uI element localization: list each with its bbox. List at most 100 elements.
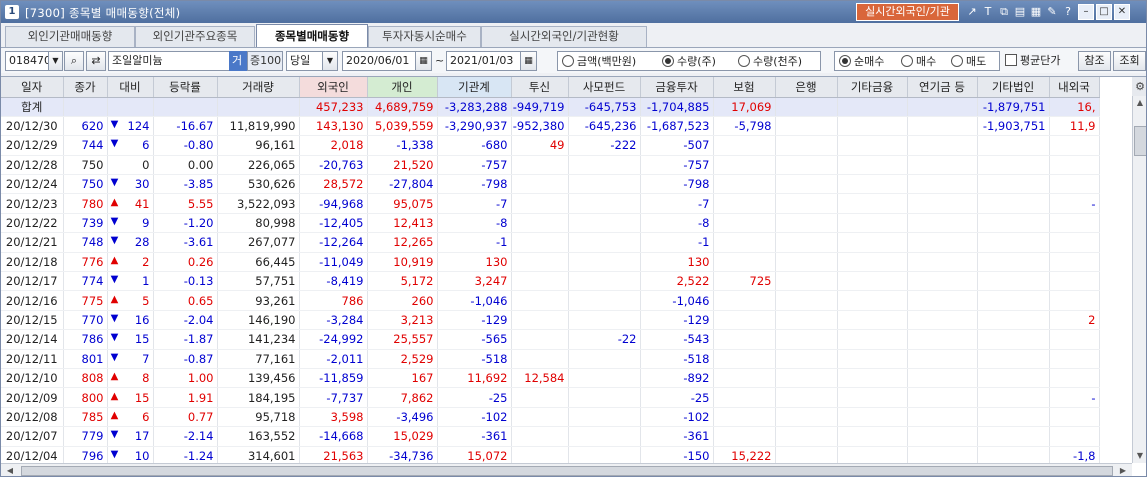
table-row[interactable]: 20/12/09 800 ▲ 15 1.91 184,195 -7,737 7,862 -25-… [1, 387, 1100, 408]
table-row[interactable]: 20/12/21 748 ▼ 28 -3.61 267,077 -12,264 12,265-… [1, 232, 1100, 253]
settings-icon[interactable]: ⚙ [1132, 77, 1146, 97]
col-header-11[interactable]: 보험 [713, 77, 776, 98]
print-icon[interactable]: ▤ [1012, 4, 1028, 20]
table-row[interactable]: 20/12/18 776 ▲ 2 0.26 66,445 -11,049 10,919 130 1… [1, 252, 1100, 273]
tab-realtime-foreign-status[interactable]: 실시간외국인/기관현황 [481, 26, 647, 47]
date-cell: 20/12/16 [1, 290, 64, 311]
col-header-16[interactable]: 내외국 [1049, 77, 1100, 98]
scroll-right-icon[interactable]: ▶ [1116, 466, 1130, 475]
arrow-down-icon: ▼ [110, 119, 119, 131]
avg-price-checkbox[interactable]: 평균단가 [1005, 53, 1060, 69]
period-dropdown-icon[interactable]: ▼ [322, 51, 338, 71]
change-cell: 0 [107, 155, 154, 176]
table-row[interactable]: 20/12/30 620 ▼ 124 -16.67 11,819,990 143,130 5,… [1, 116, 1100, 137]
col-header-13[interactable]: 기타금융 [837, 77, 908, 98]
col-header-6[interactable]: 개인 [367, 77, 438, 98]
investor-cell: -798 [437, 174, 512, 195]
radio-qty-thousand-dot[interactable] [738, 55, 750, 67]
maximize-icon[interactable]: □ [1096, 4, 1112, 20]
investor-cell [837, 155, 908, 176]
radio-net-buy-dot[interactable] [839, 55, 851, 67]
scroll-up-icon[interactable]: ▲ [1133, 98, 1146, 107]
search-icon[interactable]: ⌕ [64, 51, 84, 71]
arrow-down-icon: ▼ [110, 332, 119, 344]
investor-cell [511, 310, 569, 331]
vertical-scrollbar[interactable]: ▲ ▼ [1132, 96, 1146, 463]
horizontal-scroll-thumb[interactable] [21, 466, 1113, 476]
tab-foreign-institution-stocks[interactable]: 외인기관주요종목 [135, 26, 255, 47]
table-row[interactable]: 20/12/28 750 0 0.00 226,065 -20,763 21,520 -757… [1, 155, 1100, 176]
col-header-4[interactable]: 거래량 [217, 77, 300, 98]
col-header-7[interactable]: 기관계 [437, 77, 512, 98]
investor-cell: - [1049, 387, 1100, 408]
memo-icon[interactable]: ✎ [1044, 4, 1060, 20]
radio-qty-thousand[interactable]: 수량(천주) [738, 54, 802, 70]
investor-cell [511, 174, 569, 195]
table-row[interactable]: 20/12/23 780 ▲ 41 5.55 3,522,093 -94,968 95,075… [1, 193, 1100, 214]
change-cell: ▼ 16 [107, 310, 154, 331]
scroll-down-icon[interactable]: ▼ [1133, 451, 1146, 460]
radio-qty-shares[interactable]: 수량(주) [662, 54, 716, 70]
col-header-1[interactable]: 종가 [63, 77, 108, 98]
col-header-3[interactable]: 등락률 [153, 77, 218, 98]
radio-amount[interactable]: 금액(백만원) [562, 54, 636, 70]
investor-cell [568, 407, 641, 428]
volume-cell: 141,234 [217, 329, 300, 350]
live-foreign-institution-button[interactable]: 실시간외국인/기관 [856, 3, 959, 21]
calendar-to-icon[interactable]: ▦ [520, 51, 537, 71]
reference-button[interactable]: 참조 [1078, 51, 1111, 71]
table-row[interactable]: 20/12/22 739 ▼ 9 -1.20 80,998 -12,405 12,413 -8-… [1, 213, 1100, 234]
table-row[interactable]: 20/12/07 779 ▼ 17 -2.14 163,552 -14,668 15,029-… [1, 426, 1100, 447]
table-row[interactable]: 20/12/14 786 ▼ 15 -1.87 141,234 -24,992 25,557-… [1, 329, 1100, 350]
investor-cell [713, 155, 776, 176]
table-row[interactable]: 20/12/17 774 ▼ 1 -0.13 57,751 -8,419 5,172 3,247… [1, 271, 1100, 292]
table-row[interactable]: 20/12/11 801 ▼ 7 -0.87 77,161 -2,011 2,529 -518-… [1, 349, 1100, 369]
font-icon[interactable]: T [980, 4, 996, 20]
table-icon[interactable]: ▦ [1028, 4, 1044, 20]
close-icon[interactable]: ✕ [1114, 4, 1130, 20]
query-button[interactable]: 조회 [1113, 51, 1146, 71]
horizontal-scrollbar[interactable]: ◀ ▶ [1, 463, 1132, 476]
radio-buy[interactable]: 매수 [901, 54, 936, 70]
calendar-from-icon[interactable]: ▦ [415, 51, 432, 71]
help-icon[interactable]: ? [1060, 4, 1076, 20]
link-icon[interactable]: ↗ [964, 4, 980, 20]
avg-price-check-box[interactable] [1005, 54, 1017, 66]
col-header-14[interactable]: 연기금 등 [907, 77, 978, 98]
minimize-icon[interactable]: – [1078, 4, 1094, 20]
col-header-10[interactable]: 금융투자 [640, 77, 714, 98]
vertical-scroll-thumb[interactable] [1134, 126, 1146, 156]
table-row[interactable]: 20/12/29 744 ▼ 6 -0.80 96,161 2,018 -1,338 -680 4… [1, 135, 1100, 156]
radio-amount-dot[interactable] [562, 55, 574, 67]
col-header-0[interactable]: 일자 [1, 77, 64, 98]
radio-buy-dot[interactable] [901, 55, 913, 67]
investor-cell: 2,522 [640, 271, 714, 292]
investor-cell: -12,264 [299, 232, 368, 253]
investor-cell [511, 329, 569, 350]
investor-cell: 49 [511, 135, 569, 156]
col-header-2[interactable]: 대비 [107, 77, 154, 98]
col-header-12[interactable]: 은행 [775, 77, 838, 98]
table-row[interactable]: 20/12/15 770 ▼ 16 -2.04 146,190 -3,284 3,213 -12… [1, 310, 1100, 331]
table-row[interactable]: 20/12/16 775 ▲ 5 0.65 93,261 786 260 -1,046 -1,04… [1, 290, 1100, 311]
investor-cell [907, 135, 978, 156]
code-dropdown-icon[interactable]: ▼ [48, 51, 63, 71]
radio-qty-shares-dot[interactable] [662, 55, 674, 67]
summary-row[interactable]: 합계 457,233 4,689,759 -3,283,288 -949,719 -645… [1, 97, 1100, 117]
col-header-9[interactable]: 사모펀드 [568, 77, 641, 98]
tab-foreign-institution-trend[interactable]: 외인기관매매동향 [5, 26, 135, 47]
col-header-5[interactable]: 외국인 [299, 77, 368, 98]
table-row[interactable]: 20/12/08 785 ▲ 6 0.77 95,718 3,598 -3,496 -102 -1… [1, 407, 1100, 428]
radio-net-buy[interactable]: 순매수 [839, 54, 884, 70]
copy-icon[interactable]: ⧉ [996, 4, 1012, 20]
swap-icon[interactable]: ⇄ [86, 51, 106, 71]
table-row[interactable]: 20/12/10 808 ▲ 8 1.00 139,456 -11,859 167 11,692… [1, 368, 1100, 389]
scroll-left-icon[interactable]: ◀ [3, 466, 17, 475]
tab-stock-trading-trend[interactable]: 종목별매매동향 [256, 24, 368, 47]
radio-sell-dot[interactable] [951, 55, 963, 67]
radio-sell[interactable]: 매도 [951, 54, 986, 70]
tab-investor-net-buy[interactable]: 투자자동시순매수 [368, 26, 481, 47]
col-header-8[interactable]: 투신 [511, 77, 569, 98]
table-row[interactable]: 20/12/24 750 ▼ 30 -3.85 530,626 28,572 -27,804-… [1, 174, 1100, 195]
col-header-15[interactable]: 기타법인 [977, 77, 1050, 98]
